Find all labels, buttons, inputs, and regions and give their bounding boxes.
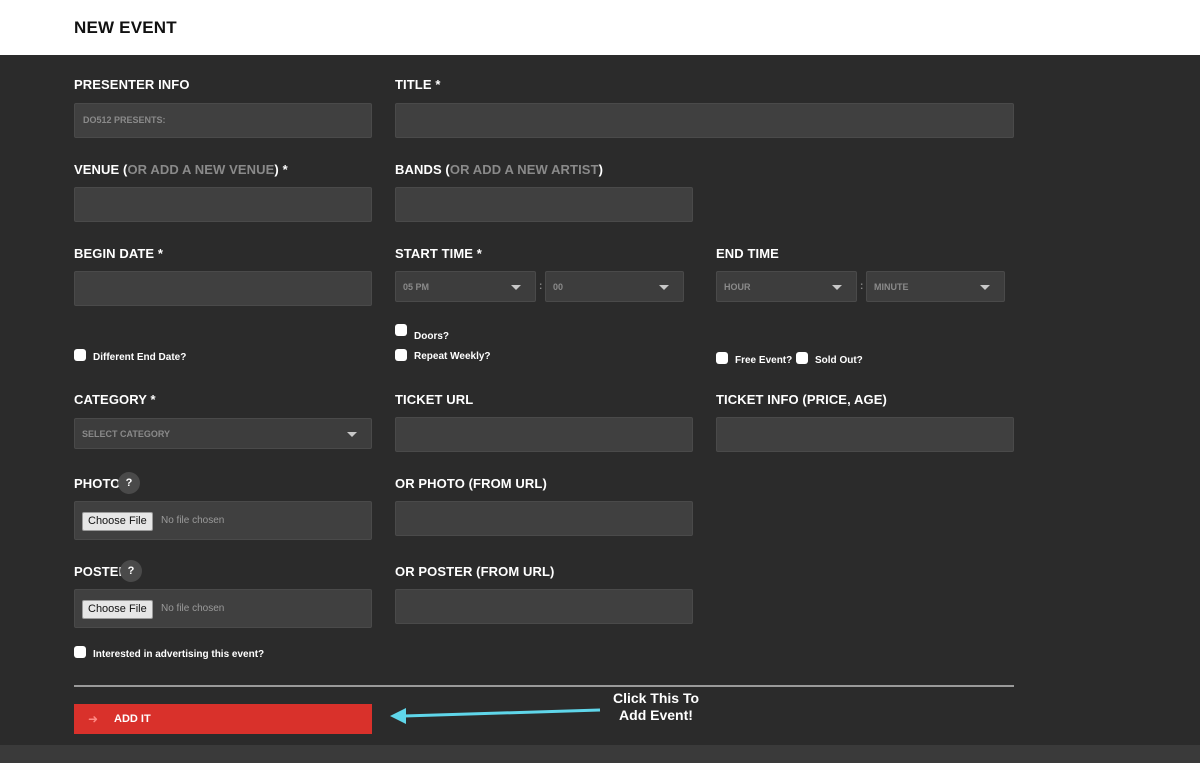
checkbox-box[interactable]	[716, 352, 728, 364]
add-venue-link[interactable]: OR ADD A NEW VENUE	[127, 162, 274, 177]
start-hour-select[interactable]: 05 PM	[395, 271, 536, 302]
ticket-info-input[interactable]	[717, 418, 1013, 451]
free-event-checkbox[interactable]: Free Event?	[716, 352, 793, 366]
title-label: TITLE *	[395, 77, 441, 92]
sold-out-checkbox[interactable]: Sold Out?	[796, 352, 863, 366]
category-value: SELECT CATEGORY	[82, 429, 171, 439]
end-minute-select[interactable]: MINUTE	[866, 271, 1005, 302]
poster-file-status: No file chosen	[161, 603, 225, 614]
photo-file-field[interactable]: Choose File No file chosen	[74, 501, 372, 540]
annotation-line-2: Add Event!	[619, 707, 693, 723]
add-it-label: ADD IT	[114, 713, 151, 725]
ticket-url-label: TICKET URL	[395, 392, 474, 407]
presenter-info-field[interactable]	[74, 103, 372, 138]
add-it-button[interactable]: ➜ ADD IT	[74, 704, 372, 734]
repeat-weekly-label: Repeat Weekly?	[414, 350, 491, 362]
poster-url-field[interactable]	[395, 589, 693, 624]
sold-out-label: Sold Out?	[815, 354, 863, 366]
end-hour-select[interactable]: HOUR	[716, 271, 857, 302]
bands-label-prefix: BANDS (	[395, 162, 450, 177]
end-hour-value: HOUR	[724, 282, 751, 292]
title-input[interactable]	[396, 104, 1013, 137]
page-footer	[0, 745, 1200, 763]
venue-label-prefix: VENUE (	[74, 162, 128, 177]
doors-checkbox[interactable]: Doors?	[395, 324, 449, 342]
bands-label-suffix: )	[598, 162, 604, 177]
bands-input[interactable]	[396, 188, 692, 221]
chevron-down-icon	[980, 285, 990, 290]
presenter-info-label: PRESENTER INFO	[74, 77, 190, 92]
chevron-down-icon	[832, 285, 842, 290]
venue-label-suffix: ) *	[274, 162, 288, 177]
photo-label: PHOTO	[74, 476, 121, 491]
bands-label: BANDS (OR ADD A NEW ARTIST)	[395, 162, 603, 177]
event-form	[0, 55, 1200, 745]
different-end-date-checkbox[interactable]: Different End Date?	[74, 349, 187, 363]
chevron-down-icon	[511, 285, 521, 290]
doors-label: Doors?	[414, 330, 449, 342]
venue-label: VENUE (OR ADD A NEW VENUE) *	[74, 162, 288, 177]
poster-file-field[interactable]: Choose File No file chosen	[74, 589, 372, 628]
end-time-label: END TIME	[716, 246, 779, 261]
category-label: CATEGORY *	[74, 392, 156, 407]
venue-field[interactable]	[74, 187, 372, 222]
page-header: NEW EVENT	[0, 0, 1200, 55]
end-time-separator: :	[860, 281, 864, 292]
poster-url-input[interactable]	[396, 590, 692, 623]
start-time-separator: :	[539, 281, 543, 292]
arrow-right-icon: ➜	[88, 712, 99, 726]
chevron-down-icon	[659, 285, 669, 290]
poster-url-label: OR POSTER (FROM URL)	[395, 564, 555, 579]
venue-input[interactable]	[75, 188, 371, 221]
photo-choose-file-button[interactable]: Choose File	[82, 512, 153, 531]
free-event-label: Free Event?	[735, 354, 793, 366]
ticket-url-input[interactable]	[396, 418, 692, 451]
checkbox-box[interactable]	[395, 349, 407, 361]
begin-date-label: BEGIN DATE *	[74, 246, 164, 261]
repeat-weekly-checkbox[interactable]: Repeat Weekly?	[395, 349, 491, 362]
poster-choose-file-button[interactable]: Choose File	[82, 600, 153, 619]
advertising-checkbox[interactable]: Interested in advertising this event?	[74, 646, 265, 660]
start-minute-select[interactable]: 00	[545, 271, 684, 302]
checkbox-box[interactable]	[395, 324, 407, 336]
bands-field[interactable]	[395, 187, 693, 222]
checkbox-box[interactable]	[74, 349, 86, 361]
checkbox-box[interactable]	[796, 352, 808, 364]
category-select[interactable]: SELECT CATEGORY	[74, 418, 372, 449]
begin-date-input[interactable]	[75, 272, 371, 305]
chevron-down-icon	[347, 432, 357, 437]
photo-url-label: OR PHOTO (FROM URL)	[395, 476, 547, 491]
end-minute-value: MINUTE	[874, 282, 909, 292]
checkbox-box[interactable]	[74, 646, 86, 658]
photo-help-icon[interactable]: ?	[118, 472, 140, 494]
form-divider	[74, 685, 1014, 687]
start-minute-value: 00	[553, 282, 564, 292]
page-title: NEW EVENT	[74, 18, 177, 37]
photo-url-input[interactable]	[396, 502, 692, 535]
ticket-url-field[interactable]	[395, 417, 693, 452]
ticket-info-label: TICKET INFO (PRICE, AGE)	[716, 392, 887, 407]
different-end-date-label: Different End Date?	[93, 351, 187, 363]
start-time-label: START TIME *	[395, 246, 482, 261]
advertising-label: Interested in advertising this event?	[93, 648, 265, 660]
photo-url-field[interactable]	[395, 501, 693, 536]
annotation-line-1: Click This To	[612, 690, 700, 706]
poster-help-icon[interactable]: ?	[120, 560, 142, 582]
ticket-info-field[interactable]	[716, 417, 1014, 452]
photo-file-status: No file chosen	[161, 515, 225, 526]
title-field[interactable]	[395, 103, 1014, 138]
begin-date-field[interactable]	[74, 271, 372, 306]
annotation-callout: Click This To Add Event!	[596, 690, 716, 724]
start-hour-value: 05 PM	[403, 282, 430, 292]
add-artist-link[interactable]: OR ADD A NEW ARTIST	[450, 162, 599, 177]
presenter-info-input[interactable]	[75, 104, 371, 137]
